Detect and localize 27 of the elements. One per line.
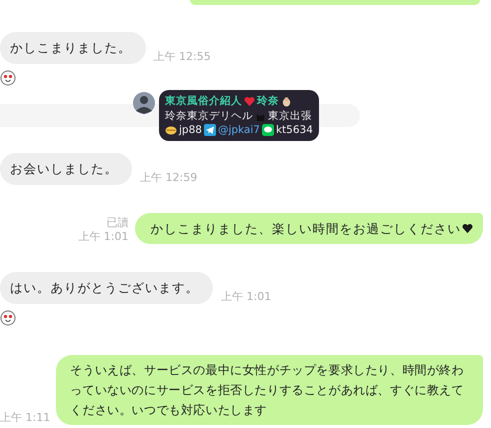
- reaction-icon[interactable]: [0, 310, 16, 326]
- contact-handle: @jpkai7: [218, 124, 260, 136]
- contact-handle: kt5634: [276, 124, 313, 136]
- read-receipt: 已讀: [106, 216, 128, 230]
- profile-text: 玲奈東京デリヘル: [165, 109, 253, 123]
- contact-handle: jp88: [179, 124, 202, 136]
- profile-name: 東京風俗介紹人: [165, 94, 242, 108]
- message-bubble: お会いしました。: [0, 153, 132, 185]
- hand-icon: [281, 96, 292, 106]
- message-time: 上午 12:59: [140, 171, 198, 185]
- message-time: 上午 1:01: [221, 290, 272, 304]
- profile-text: 東京出張: [268, 109, 312, 123]
- message-bubble: かしこまりました。: [0, 32, 146, 64]
- message-bubble: はい。ありがとうございます。: [0, 272, 213, 304]
- profile-name: 玲奈: [257, 94, 279, 108]
- message-bubble: そういえば、サービスの最中に女性がチップを要求したり、時間が終わっていないのにサービスを拒否したりすることがあれば、すぐに教えてください。いつでも対応いたします: [56, 355, 483, 425]
- message-time: 上午 1:01: [78, 230, 128, 244]
- message-time: 上午 12:55: [154, 50, 211, 64]
- heart-icon: [462, 223, 473, 234]
- telegram-icon: [204, 124, 216, 136]
- message-bubble: かしこまりました、楽しい時間をお過ごしください: [134, 213, 483, 244]
- heart-icon: [244, 96, 255, 106]
- avatar-icon: [133, 92, 155, 114]
- chat-icon: [262, 124, 274, 136]
- message-time: 上午 1:11: [0, 411, 50, 425]
- coin-icon: [165, 124, 177, 136]
- reaction-icon[interactable]: [0, 70, 16, 86]
